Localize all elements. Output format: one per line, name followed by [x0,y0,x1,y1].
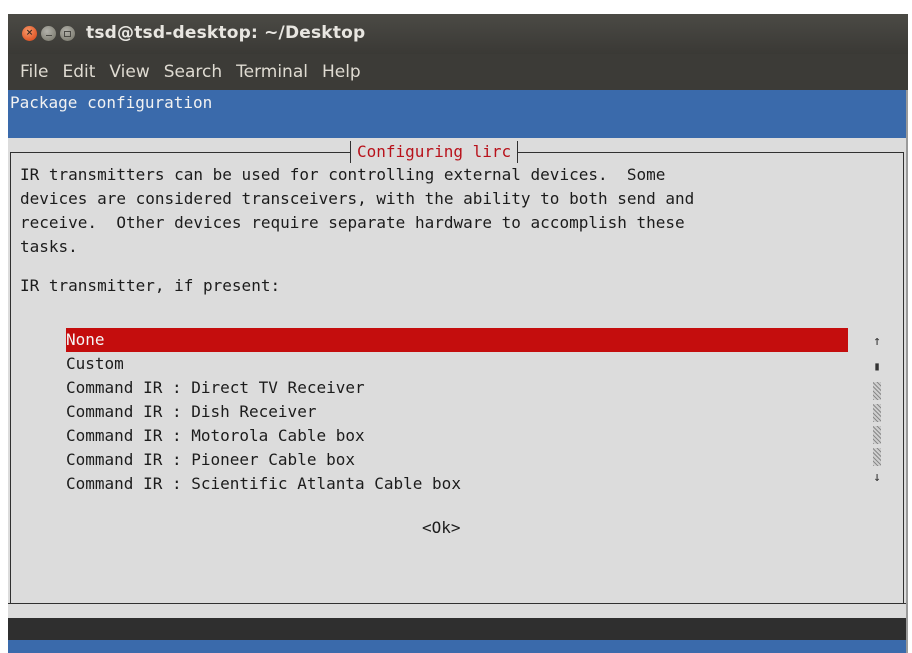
description-line: devices are considered transceivers, wit… [20,189,695,208]
description-line: IR transmitters can be used for controll… [20,165,666,184]
list-scrollbar[interactable]: ↑ ▮ ↓ [870,330,884,490]
menu-bar: File Edit View Search Terminal Help [8,54,908,90]
menu-view[interactable]: View [109,62,149,82]
option-motorola-cable-box[interactable]: Command IR : Motorola Cable box [66,424,848,448]
dialog-border-left [10,152,11,618]
config-dialog: Configuring lirc IR transmitters can be … [8,138,906,619]
menu-file[interactable]: File [20,62,48,82]
menu-edit[interactable]: Edit [62,62,95,82]
option-direct-tv-receiver[interactable]: Command IR : Direct TV Receiver [66,376,848,400]
transmitter-option-list: None Custom Command IR : Direct TV Recei… [66,328,848,496]
option-pioneer-cable-box[interactable]: Command IR : Pioneer Cable box [66,448,848,472]
debconf-backdrop: Package configuration [8,90,906,138]
ok-button[interactable]: <Ok> [422,518,461,537]
close-window-button[interactable]: × [22,26,37,41]
scroll-track [873,382,881,400]
title-bar[interactable]: × tsd@tsd-desktop: ~/Desktop [8,14,908,54]
dialog-border-right [903,152,904,618]
dialog-description: IR transmitters can be used for controll… [20,163,694,259]
option-none[interactable]: None [66,328,848,352]
terminal-window: × tsd@tsd-desktop: ~/Desktop File Edit V… [8,14,908,653]
debconf-backdrop-bottom [8,640,906,653]
scroll-up-arrow-icon[interactable]: ↑ [870,330,884,354]
scroll-track [873,426,881,444]
transmitter-prompt: IR transmitter, if present: [20,276,281,295]
menu-terminal[interactable]: Terminal [236,62,308,82]
description-line: tasks. [20,237,78,256]
scroll-track [873,448,881,466]
dialog-title: Configuring lirc [350,141,519,163]
menu-help[interactable]: Help [322,62,361,82]
scroll-thumb-icon[interactable]: ▮ [870,354,884,378]
dialog-bottom-border [8,603,906,619]
window-edge [906,90,908,653]
option-scientific-atlanta-cable-box[interactable]: Command IR : Scientific Atlanta Cable bo… [66,472,848,496]
scroll-track [873,404,881,422]
minimize-window-button[interactable] [41,26,56,41]
window-title: tsd@tsd-desktop: ~/Desktop [86,23,366,43]
terminal-content[interactable]: Package configuration Configuring lirc I… [8,90,906,653]
menu-search[interactable]: Search [164,62,222,82]
maximize-window-button[interactable] [60,26,75,41]
package-configuration-header: Package configuration [10,93,213,112]
scroll-down-arrow-icon[interactable]: ↓ [870,466,884,490]
description-line: receive. Other devices require separate … [20,213,685,232]
option-custom[interactable]: Custom [66,352,848,376]
dialog-shadow [8,618,906,640]
option-dish-receiver[interactable]: Command IR : Dish Receiver [66,400,848,424]
